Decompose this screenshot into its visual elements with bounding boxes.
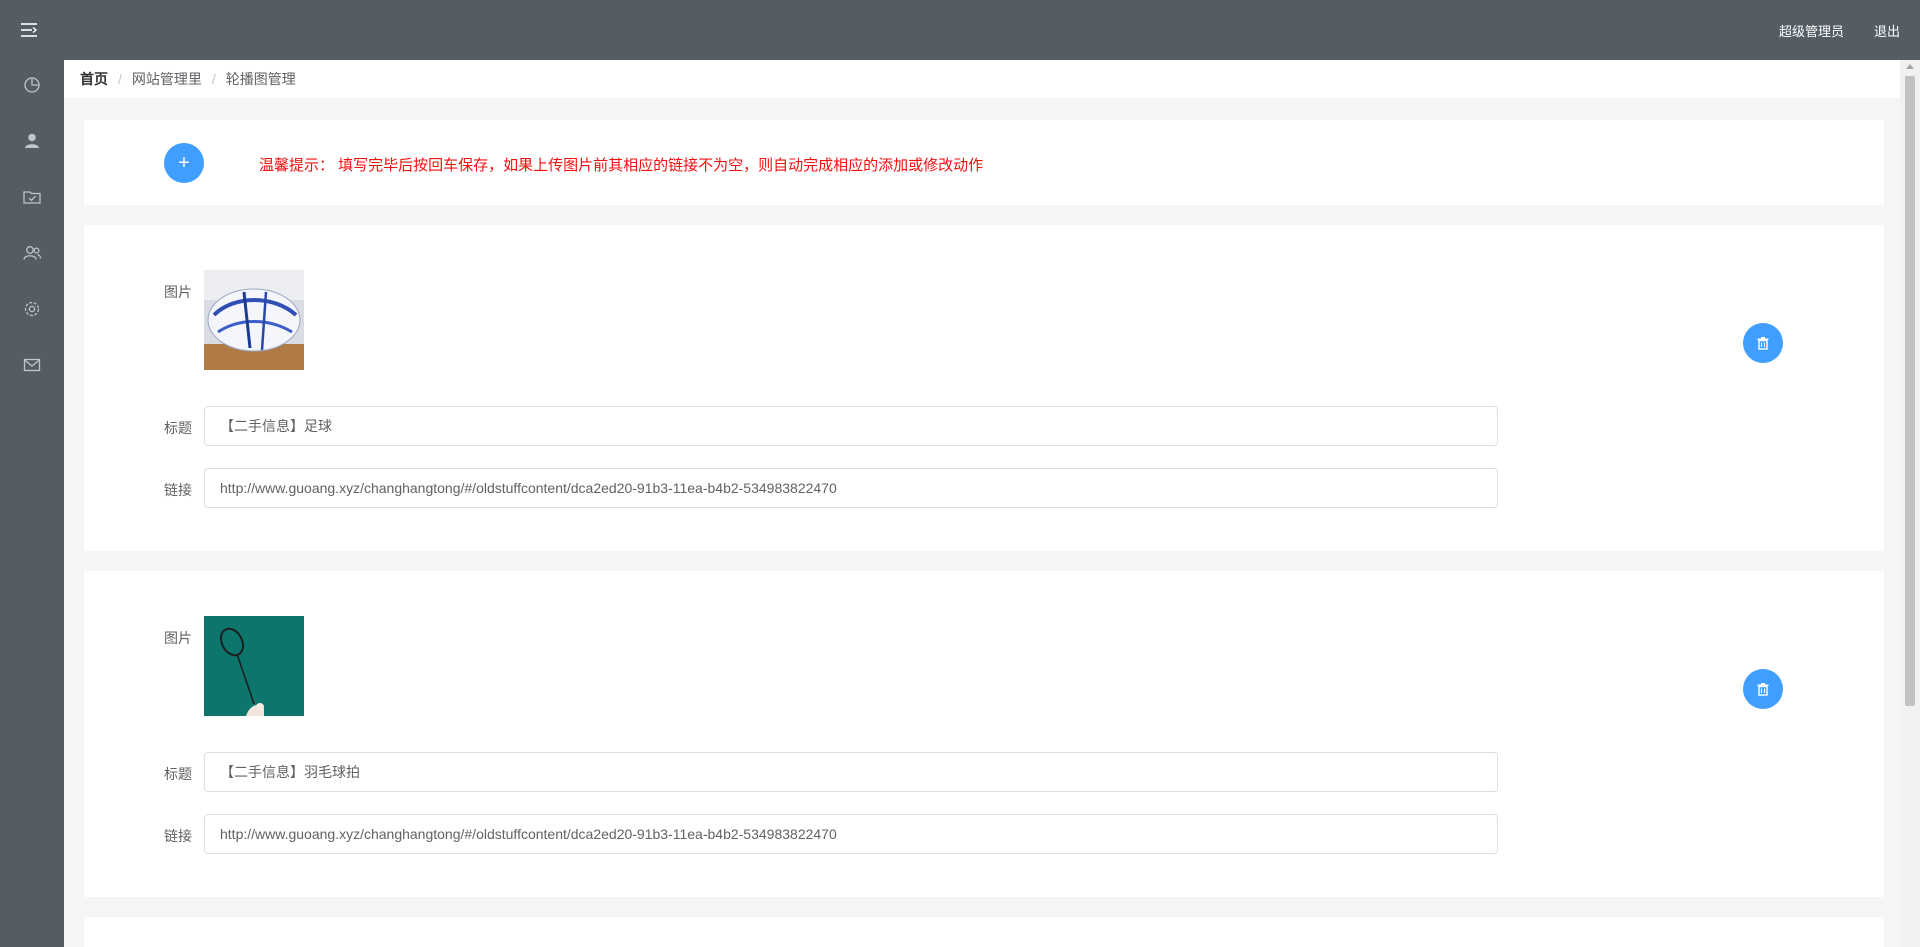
tip-text: 温馨提示： 填写完毕后按回车保存，如果上传图片前其相应的链接不为空，则自动完成相… xyxy=(259,157,984,174)
message-icon[interactable] xyxy=(21,354,43,376)
user-role-label[interactable]: 超级管理员 xyxy=(1779,21,1844,40)
user-icon[interactable] xyxy=(21,130,43,152)
breadcrumb-carousel-management: 轮播图管理 xyxy=(225,71,296,87)
link-input[interactable] xyxy=(204,468,1498,508)
settings-icon[interactable] xyxy=(21,298,43,320)
trash-icon xyxy=(1757,683,1769,696)
title-label: 标题 xyxy=(164,766,192,782)
tip-card: + 温馨提示： 填写完毕后按回车保存，如果上传图片前其相应的链接不为空，则自动完… xyxy=(84,120,1884,205)
carousel-image-upload[interactable] xyxy=(204,270,304,370)
carousel-item-card: 图片 标题 链接 xyxy=(84,225,1884,551)
folder-checked-icon[interactable] xyxy=(21,186,43,208)
badminton-racket-photo xyxy=(204,616,304,716)
link-label: 链接 xyxy=(164,828,192,844)
user-group-icon[interactable] xyxy=(21,242,43,264)
menu-toggle-icon[interactable] xyxy=(20,21,38,39)
add-button[interactable]: + xyxy=(164,143,204,183)
pie-chart-icon[interactable] xyxy=(21,74,43,96)
delete-button[interactable] xyxy=(1743,669,1783,709)
scroll-up-arrow-icon[interactable] xyxy=(1906,64,1914,69)
title-input[interactable] xyxy=(204,752,1498,792)
image-label: 图片 xyxy=(164,284,192,300)
delete-button[interactable] xyxy=(1743,323,1783,363)
link-label: 链接 xyxy=(164,482,192,498)
main-content: 首页 / 网站管理里 / 轮播图管理 + 温馨提示： 填写完毕后按回车保存，如果… xyxy=(64,60,1900,947)
carousel-item-card-partial xyxy=(84,917,1884,947)
vertical-scrollbar[interactable] xyxy=(1900,60,1920,947)
image-label: 图片 xyxy=(164,630,192,646)
soccer-ball-photo xyxy=(204,270,304,370)
trash-icon xyxy=(1757,337,1769,350)
topbar-user-area: 超级管理员 退出 xyxy=(1779,0,1900,60)
breadcrumb-home[interactable]: 首页 xyxy=(80,69,108,89)
carousel-item-card: 图片 标题 链接 xyxy=(84,571,1884,897)
title-label: 标题 xyxy=(164,420,192,436)
breadcrumb-separator: / xyxy=(211,71,216,87)
sidebar xyxy=(0,60,64,947)
breadcrumb-site-management: 网站管理里 xyxy=(131,71,202,87)
top-navbar: 超级管理员 退出 xyxy=(0,0,1920,60)
scrollbar-thumb[interactable] xyxy=(1905,76,1915,706)
link-input[interactable] xyxy=(204,814,1498,854)
carousel-image-upload[interactable] xyxy=(204,616,304,716)
breadcrumb: 首页 / 网站管理里 / 轮播图管理 xyxy=(64,60,1900,98)
title-input[interactable] xyxy=(204,406,1498,446)
logout-button[interactable]: 退出 xyxy=(1874,21,1900,40)
breadcrumb-separator: / xyxy=(118,71,122,87)
